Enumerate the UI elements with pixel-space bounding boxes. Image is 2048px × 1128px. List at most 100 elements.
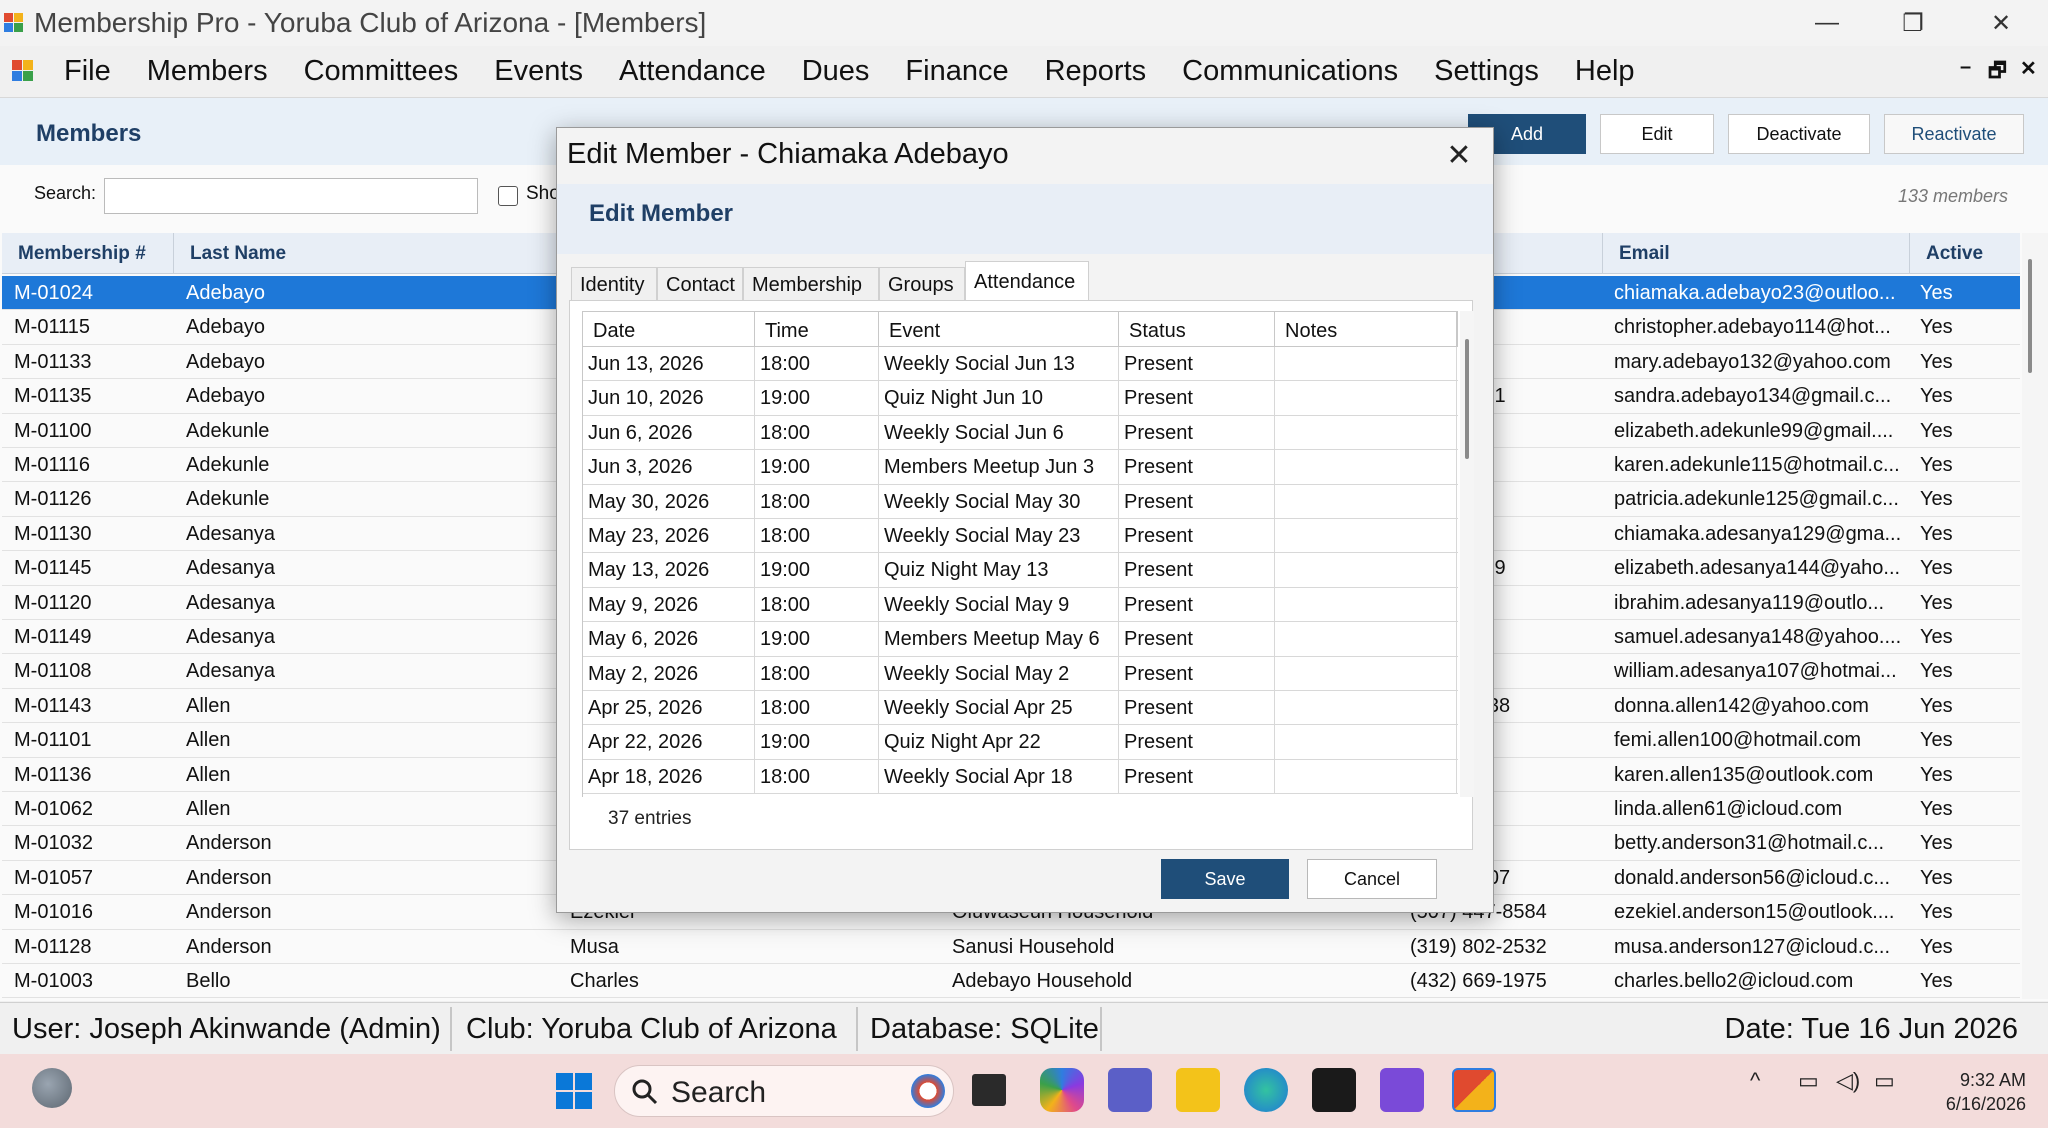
taskbar-search[interactable]: Search [614,1065,954,1117]
members-scrollbar[interactable] [2022,233,2048,999]
attendance-row[interactable]: May 6, 2026 19:00 Members Meetup May 6 Pres… [583,622,1458,657]
att-col-event[interactable]: Event [879,312,1119,346]
mdi-minimize-button[interactable]: – [1960,56,1971,79]
mdi-close-button[interactable]: ✕ [2020,56,2037,81]
cell-membership-number: M-01032 [14,832,93,855]
tab-attendance[interactable]: Attendance [965,261,1089,301]
attendance-row[interactable]: Apr 18, 2026 18:00 Weekly Social Apr 18 Pre… [583,759,1458,795]
att-cell-event: Weekly Social Jun 6 [879,415,1119,451]
show-hidden-icons-icon[interactable]: ^ [1750,1068,1760,1094]
dialog-header: Edit Member [557,184,1493,254]
start-icon[interactable] [556,1073,592,1109]
attendance-row[interactable]: Jun 13, 2026 18:00 Weekly Social Jun 13 Pre… [583,347,1458,382]
attendance-row[interactable]: May 9, 2026 18:00 Weekly Social May 9 Prese… [583,587,1458,623]
taskbar-clock[interactable]: 9:32 AM 6/16/2026 [1924,1068,2026,1116]
close-window-button[interactable]: ✕ [1958,0,2044,46]
tab-identity[interactable]: Identity [571,267,657,301]
battery-icon[interactable]: ▭ [1874,1068,1895,1094]
reactivate-button[interactable]: Reactivate [1884,114,2024,154]
cell-active: Yes [1920,763,1953,786]
att-cell-time: 18:00 [755,519,879,554]
att-cell-notes [1275,347,1457,382]
volume-icon[interactable]: ◁) [1836,1068,1860,1094]
teams-icon[interactable] [1108,1068,1152,1112]
att-cell-date: May 6, 2026 [583,622,755,657]
menu-attendance[interactable]: Attendance [601,55,784,88]
attendance-row[interactable]: May 30, 2026 18:00 Weekly Social May 30 Pre… [583,484,1458,519]
membership-pro-taskbar-icon[interactable] [1452,1068,1496,1112]
menu-events[interactable]: Events [476,55,601,88]
cell-membership-number: M-01115 [14,316,90,339]
att-cell-event: Members Meetup Jun 3 [879,450,1119,485]
attendance-row[interactable]: Jun 3, 2026 19:00 Members Meetup Jun 3 Pres… [583,450,1458,485]
cancel-button[interactable]: Cancel [1307,859,1437,899]
menu-file[interactable]: File [46,55,129,88]
tab-groups[interactable]: Groups [879,267,965,301]
att-cell-status: Present [1119,347,1275,382]
cell-active: Yes [1920,350,1953,373]
attendance-tab-page: Date Time Event Status Notes Jun 13, 202… [569,300,1474,850]
cell-active: Yes [1920,454,1953,476]
att-cell-date: Jun 13, 2026 [583,347,755,382]
attendance-scrollbar-thumb[interactable] [1465,339,1469,459]
copilot-icon[interactable] [1040,1068,1084,1112]
dialog-close-button[interactable]: ✕ [1439,136,1479,176]
menu-members[interactable]: Members [129,55,286,88]
table-row[interactable]: M-01003 Bello Charles Adebayo Household (432… [2,964,2020,999]
attendance-row[interactable]: Apr 22, 2026 19:00 Quiz Night Apr 22 Presen… [583,725,1458,760]
att-cell-event: Members Meetup May 6 [879,622,1119,657]
menu-committees[interactable]: Committees [286,55,477,88]
save-button[interactable]: Save [1161,859,1289,899]
panel-title: Members [36,120,142,147]
cell-phone: (319) 802-2532 [1410,935,1547,958]
attendance-row[interactable]: May 23, 2026 18:00 Weekly Social May 23 Pre… [583,519,1458,554]
cell-last-name: Anderson [186,935,272,958]
stocks-app-icon[interactable] [1312,1068,1356,1112]
attendance-row[interactable]: May 2, 2026 18:00 Weekly Social May 2 Prese… [583,656,1458,691]
menu-settings[interactable]: Settings [1416,55,1557,88]
task-view-icon[interactable] [972,1074,1006,1106]
table-row[interactable]: M-01128 Anderson Musa Sanusi Household (319)… [2,930,2020,964]
attendance-row[interactable]: Jun 6, 2026 18:00 Weekly Social Jun 6 Prese… [583,415,1458,451]
col-active[interactable]: Active [1910,233,2020,274]
cell-email: sandra.adebayo134@gmail.c... [1614,385,1892,408]
menu-dues[interactable]: Dues [784,55,888,88]
search-highlight-icon [911,1074,945,1108]
network-icon[interactable]: ▭ [1798,1068,1819,1094]
att-col-date[interactable]: Date [583,312,755,346]
restore-button[interactable]: ❐ [1870,0,1956,46]
visual-studio-icon[interactable] [1380,1068,1424,1112]
menu-communications[interactable]: Communications [1164,55,1416,88]
mdi-child-icon[interactable] [12,60,34,82]
weather-widget-icon[interactable] [32,1068,72,1108]
att-col-notes[interactable]: Notes [1275,312,1457,346]
cell-email: william.adesanya107@hotmai... [1614,660,1897,683]
deactivate-button[interactable]: Deactivate [1728,114,1870,154]
status-separator [1100,1007,1102,1051]
edit-button[interactable]: Edit [1600,114,1714,154]
col-membership-number[interactable]: Membership # [2,233,174,274]
att-cell-date: May 13, 2026 [583,553,755,588]
attendance-row[interactable]: Jun 10, 2026 19:00 Quiz Night Jun 10 Presen… [583,381,1458,416]
menu-help[interactable]: Help [1557,55,1653,88]
menu-finance[interactable]: Finance [887,55,1026,88]
menu-reports[interactable]: Reports [1027,55,1165,88]
mdi-restore-button[interactable]: 🗗 [1988,56,2007,90]
file-explorer-icon[interactable] [1176,1068,1220,1112]
att-col-time[interactable]: Time [755,312,879,346]
tab-membership[interactable]: Membership [743,267,879,301]
tab-contact[interactable]: Contact [657,267,743,301]
col-email[interactable]: Email [1602,233,1910,274]
att-cell-time: 18:00 [755,759,879,795]
attendance-row[interactable]: May 13, 2026 19:00 Quiz Night May 13 Presen… [583,553,1458,588]
attendance-scrollbar[interactable] [1460,311,1474,797]
scrollbar-thumb[interactable] [2028,259,2032,373]
show-inactive-checkbox[interactable] [498,186,518,206]
search-input[interactable] [104,178,478,214]
cell-email: mary.adebayo132@yahoo.com [1614,350,1891,373]
att-col-status[interactable]: Status [1119,312,1275,346]
cell-last-name: Adebayo [186,282,265,304]
attendance-row[interactable]: Apr 25, 2026 18:00 Weekly Social Apr 25 Pre… [583,691,1458,726]
edge-icon[interactable] [1244,1068,1288,1112]
minimize-button[interactable]: — [1784,0,1870,46]
